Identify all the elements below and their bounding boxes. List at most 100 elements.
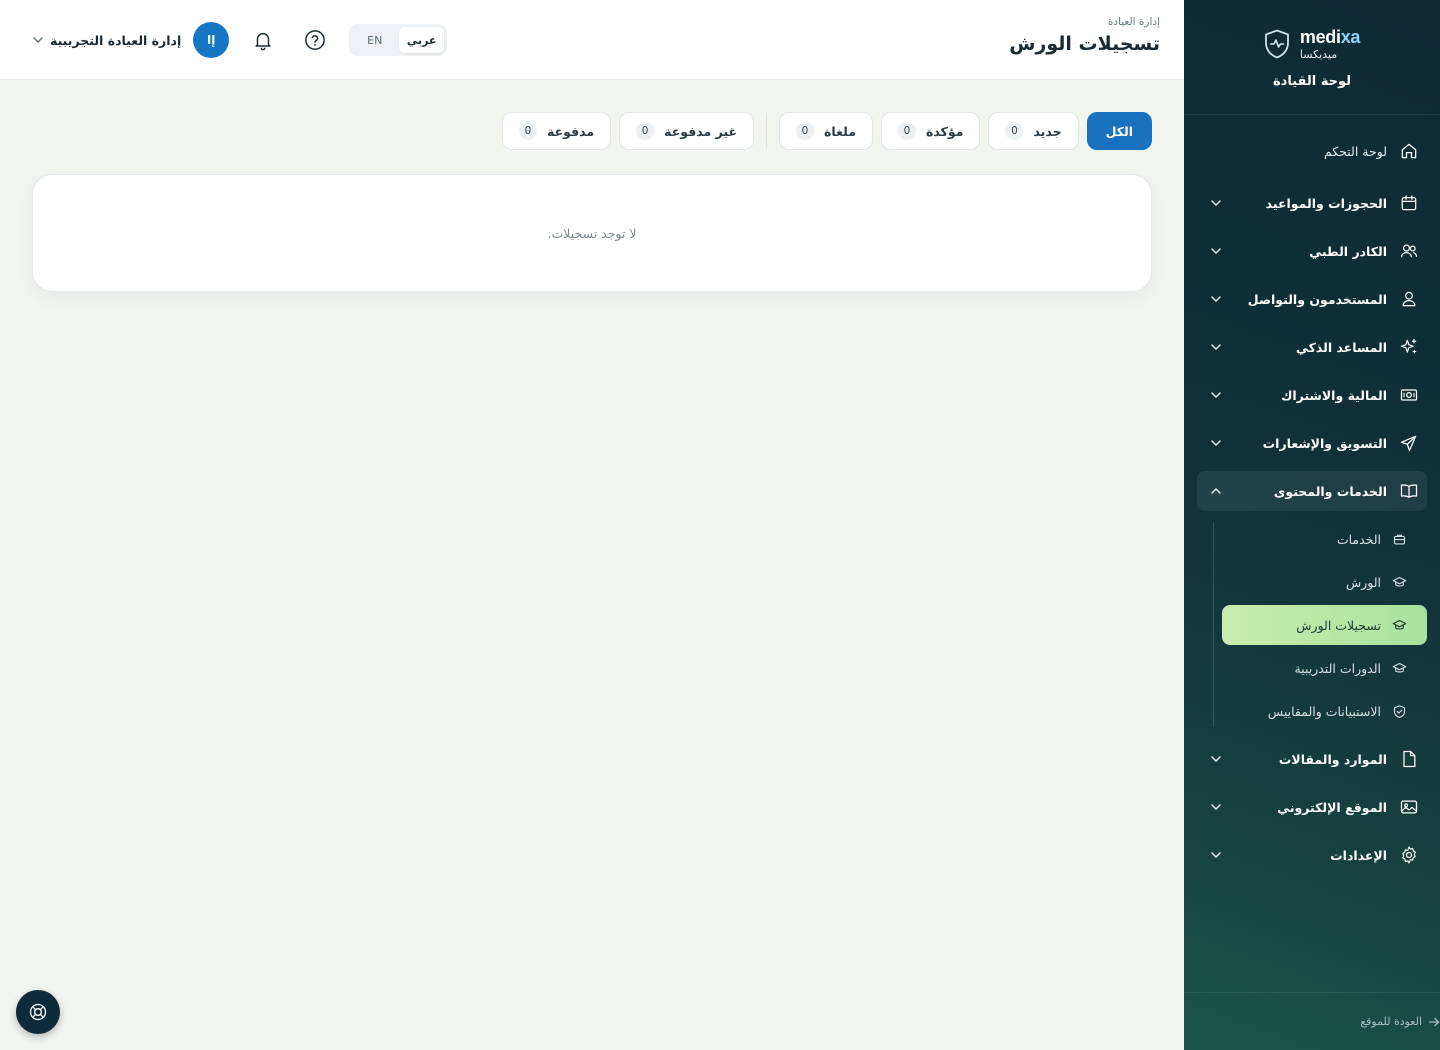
sidebar-item-label: التسويق والإشعارات <box>1262 435 1387 451</box>
sidebar-subitem-label: تسجيلات الورش <box>1296 617 1381 633</box>
top-header: إدارة العيادة تسجيلات الورش إدارة العياد… <box>0 0 1184 80</box>
chevron-down-icon <box>1211 392 1221 398</box>
sidebar-item-website[interactable]: الموقع الإلكتروني <box>1197 787 1427 827</box>
sidebar-item-finance[interactable]: المالية والاشتراك <box>1197 375 1427 415</box>
filter-label: غير مدفوعة <box>664 123 737 139</box>
language-toggle: EN عربي <box>349 24 448 56</box>
lang-ar-option[interactable]: عربي <box>399 27 445 53</box>
shield-pulse-icon <box>1264 29 1289 59</box>
sidebar-item-label: الكادر الطبي <box>1309 243 1387 259</box>
sparkles-icon <box>1399 337 1419 357</box>
filter-count: 0 <box>519 122 538 140</box>
sidebar-item-label: الموارد والمقالات <box>1278 751 1387 767</box>
help-button[interactable] <box>297 22 333 58</box>
sidebar-item-label: الإعدادات <box>1330 847 1387 863</box>
filter-count: 0 <box>897 122 916 140</box>
graduation-cap-icon <box>1391 617 1407 633</box>
page-title: تسجيلات الورش <box>1009 33 1160 55</box>
notifications-button[interactable] <box>245 22 281 58</box>
filter-count: 0 <box>636 122 655 140</box>
chevron-down-icon <box>1211 756 1221 762</box>
back-link-label: العودة للموقع <box>1360 1015 1422 1028</box>
sidebar-item-settings[interactable]: الإعدادات <box>1197 835 1427 875</box>
brand-name: medixa <box>1299 27 1361 47</box>
avatar[interactable]: إا <box>193 22 230 58</box>
chevron-down-icon <box>1211 296 1221 302</box>
gear-icon <box>1399 845 1419 865</box>
lang-en-option[interactable]: EN <box>352 27 397 53</box>
filter-count: 0 <box>796 122 814 140</box>
filter-label: مدفوعة <box>547 123 595 139</box>
sidebar-subitem-services[interactable]: الخدمات <box>1222 519 1427 559</box>
bell-icon <box>255 32 271 51</box>
book-icon <box>1399 481 1419 501</box>
sidebar-item-medical-staff[interactable]: الكادر الطبي <box>1197 231 1427 271</box>
briefcase-icon <box>1391 531 1407 547</box>
home-icon <box>1399 141 1419 161</box>
title-block: إدارة العيادة تسجيلات الورش <box>1009 16 1160 55</box>
graduation-cap-icon <box>1391 660 1407 676</box>
empty-state-text: لا توجد تسجيلات. <box>547 225 637 241</box>
sidebar-item-dashboard[interactable]: لوحة التحكم <box>1197 131 1427 171</box>
sidebar-item-ai-assistant[interactable]: المساعد الذكي <box>1197 327 1427 367</box>
sidebar-subitem-label: الاستبيانات والمقاييس <box>1267 703 1381 719</box>
header-actions: إدارة العيادة التجريبية إا EN عربي <box>32 22 448 58</box>
filter-divider <box>766 113 767 149</box>
sidebar-item-bookings[interactable]: الحجوزات والمواعيد <box>1197 183 1427 223</box>
graduation-cap-icon <box>1391 574 1407 590</box>
filter-all[interactable]: الكل <box>1086 112 1152 150</box>
sidebar-item-label: الحجوزات والمواعيد <box>1265 195 1387 211</box>
sidebar-item-label: الموقع الإلكتروني <box>1277 799 1387 815</box>
sidebar-subitem-courses[interactable]: الدورات التدريبية <box>1222 648 1427 688</box>
filter-confirmed[interactable]: مؤكدة 0 <box>880 112 981 150</box>
filter-label: مؤكدة <box>925 123 964 139</box>
sidebar: medixa ميديكسا لوحة القيادة لوحة التحكم … <box>1184 0 1440 1050</box>
chevron-down-icon <box>33 37 43 43</box>
sidebar-subitem-label: الخدمات <box>1336 531 1381 547</box>
breadcrumb[interactable]: إدارة العيادة <box>1009 16 1160 28</box>
status-filters: الكل جديد 0 مؤكدة 0 ملغاة 0 غير مدفوعة 0… <box>502 112 1152 150</box>
money-icon <box>1399 385 1419 405</box>
filter-label: ملغاة <box>824 123 856 139</box>
filter-label: الكل <box>1105 123 1133 139</box>
sidebar-subitem-surveys[interactable]: الاستبيانات والمقاييس <box>1222 691 1427 731</box>
file-icon <box>1399 749 1419 769</box>
sidebar-item-label: المستخدمون والتواصل <box>1247 291 1387 307</box>
filter-unpaid[interactable]: غير مدفوعة 0 <box>619 112 754 150</box>
logo[interactable]: medixa ميديكسا <box>1264 28 1360 60</box>
send-icon <box>1399 433 1419 453</box>
sidebar-subitem-workshop-registrations[interactable]: تسجيلات الورش <box>1222 605 1427 645</box>
sidebar-item-resources[interactable]: الموارد والمقالات <box>1197 739 1427 779</box>
submenu-guide-line <box>1213 523 1214 727</box>
calendar-icon <box>1399 193 1419 213</box>
filter-paid[interactable]: مدفوعة 0 <box>502 112 612 150</box>
chevron-down-icon <box>1211 440 1221 446</box>
registrations-empty-card: لا توجد تسجيلات. <box>32 174 1152 292</box>
chevron-up-icon <box>1211 488 1221 494</box>
sidebar-subitem-label: الورش <box>1345 574 1381 590</box>
user-name: إدارة العيادة التجريبية <box>50 32 182 48</box>
sidebar-item-label: الخدمات والمحتوى <box>1273 483 1387 499</box>
chevron-down-icon <box>1211 200 1221 206</box>
users-icon <box>1399 241 1419 261</box>
lifebuoy-icon <box>29 1003 47 1021</box>
chevron-down-icon <box>1211 852 1221 858</box>
chevron-down-icon <box>1211 344 1221 350</box>
back-to-site-link[interactable]: العودة للموقع <box>1184 992 1440 1050</box>
sidebar-subitem-workshops[interactable]: الورش <box>1222 562 1427 602</box>
services-submenu: الخدمات الورش تسجيلات الورش الدورات التد… <box>1197 519 1427 731</box>
shield-check-icon <box>1391 703 1407 719</box>
sidebar-item-marketing[interactable]: التسويق والإشعارات <box>1197 423 1427 463</box>
brand-name-ar: ميديكسا <box>1299 48 1338 61</box>
sidebar-nav: لوحة التحكم الحجوزات والمواعيد الكادر ال… <box>1184 115 1440 875</box>
sidebar-item-users[interactable]: المستخدمون والتواصل <box>1197 279 1427 319</box>
sidebar-item-services-content[interactable]: الخدمات والمحتوى <box>1197 471 1427 511</box>
filter-cancelled[interactable]: ملغاة 0 <box>779 112 873 150</box>
filter-new[interactable]: جديد 0 <box>988 112 1079 150</box>
user-icon <box>1399 289 1419 309</box>
support-button[interactable] <box>16 990 60 1034</box>
filter-label: جديد <box>1033 123 1062 139</box>
brand: medixa ميديكسا لوحة القيادة <box>1184 0 1440 115</box>
sidebar-item-label: لوحة التحكم <box>1323 143 1387 159</box>
user-menu[interactable]: إدارة العيادة التجريبية إا <box>32 22 230 58</box>
